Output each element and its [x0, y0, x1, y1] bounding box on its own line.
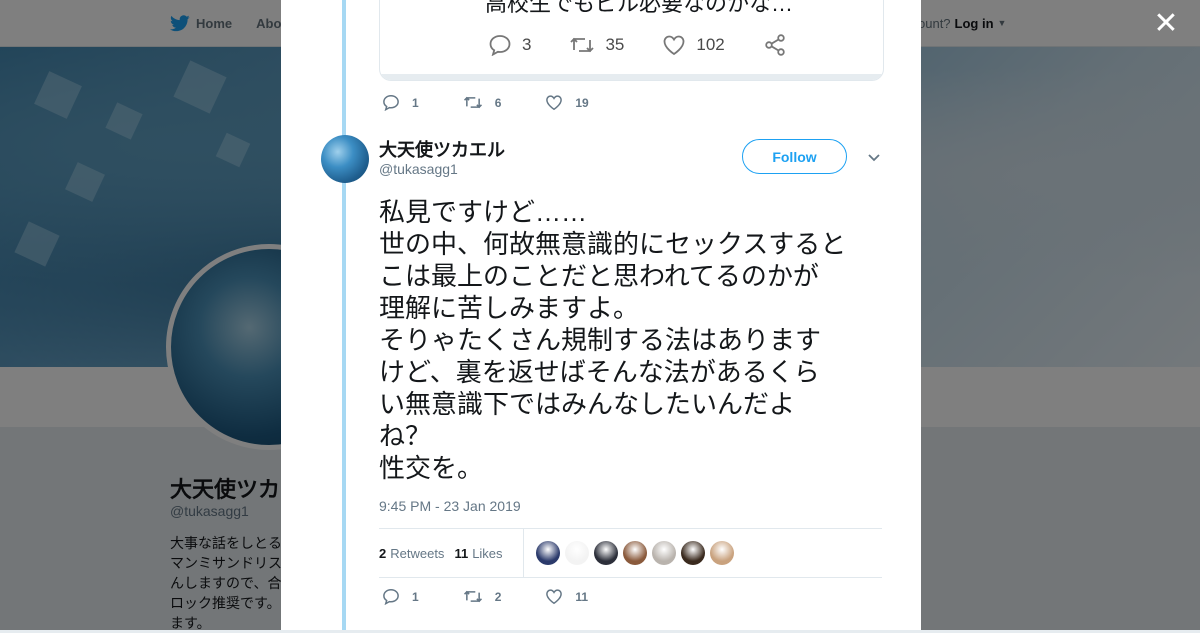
heart-icon [546, 589, 563, 605]
reply-icon [489, 35, 511, 56]
quoted-reply-count: 3 [522, 35, 532, 54]
retweet-button[interactable]: 6 [463, 94, 502, 111]
quoted-tweet-text: 高校生でもピル必要なのかな… [485, 0, 794, 16]
reply-count: 1 [412, 589, 419, 604]
tweet-author-avatar[interactable] [321, 135, 369, 183]
tweet-timestamp[interactable]: 9:45 PM - 23 Jan 2019 [379, 498, 521, 514]
likes-stat[interactable]: 11 Likes [454, 546, 502, 561]
tweet-author-handle[interactable]: @tukasagg1 [379, 161, 458, 177]
like-button[interactable]: 19 [545, 94, 589, 111]
liker-avatar[interactable] [652, 541, 676, 565]
tweet-text-line: 性交を。 [379, 453, 484, 483]
tweet-text-line: ね？ [379, 421, 432, 451]
tweet-author-name[interactable]: 大天使ツカエル [379, 136, 505, 162]
retweet-icon [463, 96, 482, 109]
quoted-share-action[interactable] [763, 34, 787, 56]
liker-avatar[interactable] [536, 541, 560, 565]
tweet-text-line: 理解に苦しみますよ。 [379, 293, 640, 323]
tweet-text-line: い無意識下ではみんなしたいんだよ [379, 389, 796, 419]
previous-tweet-actions: 1 6 19 [382, 94, 633, 111]
tweet-actions: 1 2 11 [382, 588, 632, 605]
close-icon[interactable]: ✕ [1150, 8, 1182, 40]
quoted-reply-action[interactable]: 3 [488, 34, 531, 56]
quoted-retweet-count: 35 [605, 35, 625, 54]
heart-icon [546, 95, 563, 111]
tweet-text-line: そりゃたくさん規制する法はあります [379, 325, 822, 355]
quoted-retweet-action[interactable]: 35 [569, 34, 624, 56]
liker-avatar[interactable] [710, 541, 734, 565]
reply-icon [383, 588, 399, 605]
retweet-button[interactable]: 2 [463, 588, 502, 605]
follow-button[interactable]: Follow [742, 139, 847, 174]
stats-divider [523, 529, 524, 577]
liker-avatar[interactable] [681, 541, 705, 565]
tweet-text-line: けど、裏を返せばそんな法があるくら [379, 357, 820, 387]
tweet-text: 私見ですけど…… 世の中、何故無意識的にセックスすると こは最上のことだと思われ… [379, 196, 889, 484]
likes-stat-label: Likes [472, 545, 503, 561]
quoted-like-action[interactable]: 102 [662, 34, 725, 56]
like-count: 11 [575, 589, 589, 604]
quoted-like-count: 102 [696, 35, 725, 54]
conversation-thread-line [342, 0, 346, 630]
retweet-count: 6 [494, 95, 502, 110]
heart-icon [663, 35, 685, 56]
like-button[interactable]: 11 [545, 588, 588, 605]
tweet-modal: 高校生でもピル必要なのかな… 3 35 102 1 6 19 大天使ツカエル @… [281, 0, 921, 630]
chevron-down-icon[interactable] [865, 148, 883, 166]
liker-avatar[interactable] [623, 541, 647, 565]
reply-count: 1 [412, 95, 419, 110]
like-count: 19 [575, 95, 589, 110]
quoted-tweet-card[interactable]: 高校生でもピル必要なのかな… 3 35 102 [379, 0, 884, 81]
reply-button[interactable]: 1 [382, 588, 419, 605]
retweet-count: 2 [494, 589, 502, 604]
quoted-card-actions: 3 35 102 [488, 34, 825, 56]
quoted-card-footer [380, 74, 883, 80]
liker-avatar[interactable] [594, 541, 618, 565]
share-icon [765, 34, 785, 56]
tweet-text-line: 世の中、何故無意識的にセックスすると [379, 229, 847, 259]
liker-avatars [536, 541, 734, 565]
stat-counts: 2 Retweets 11 Likes [379, 529, 513, 577]
tweet-text-line: こは最上のことだと思われてるのかが [379, 261, 819, 291]
retweets-stat-count: 2 [379, 545, 387, 561]
likes-stat-count: 11 [454, 545, 469, 561]
reply-button[interactable]: 1 [382, 94, 419, 111]
tweet-text-line: 私見ですけど…… [379, 197, 588, 227]
retweet-icon [570, 37, 595, 53]
retweets-stat[interactable]: 2 Retweets [379, 546, 444, 561]
reply-icon [383, 94, 399, 111]
retweets-stat-label: Retweets [390, 545, 445, 561]
liker-avatar[interactable] [565, 541, 589, 565]
retweet-icon [463, 590, 482, 603]
tweet-stats: 2 Retweets 11 Likes [379, 528, 882, 578]
